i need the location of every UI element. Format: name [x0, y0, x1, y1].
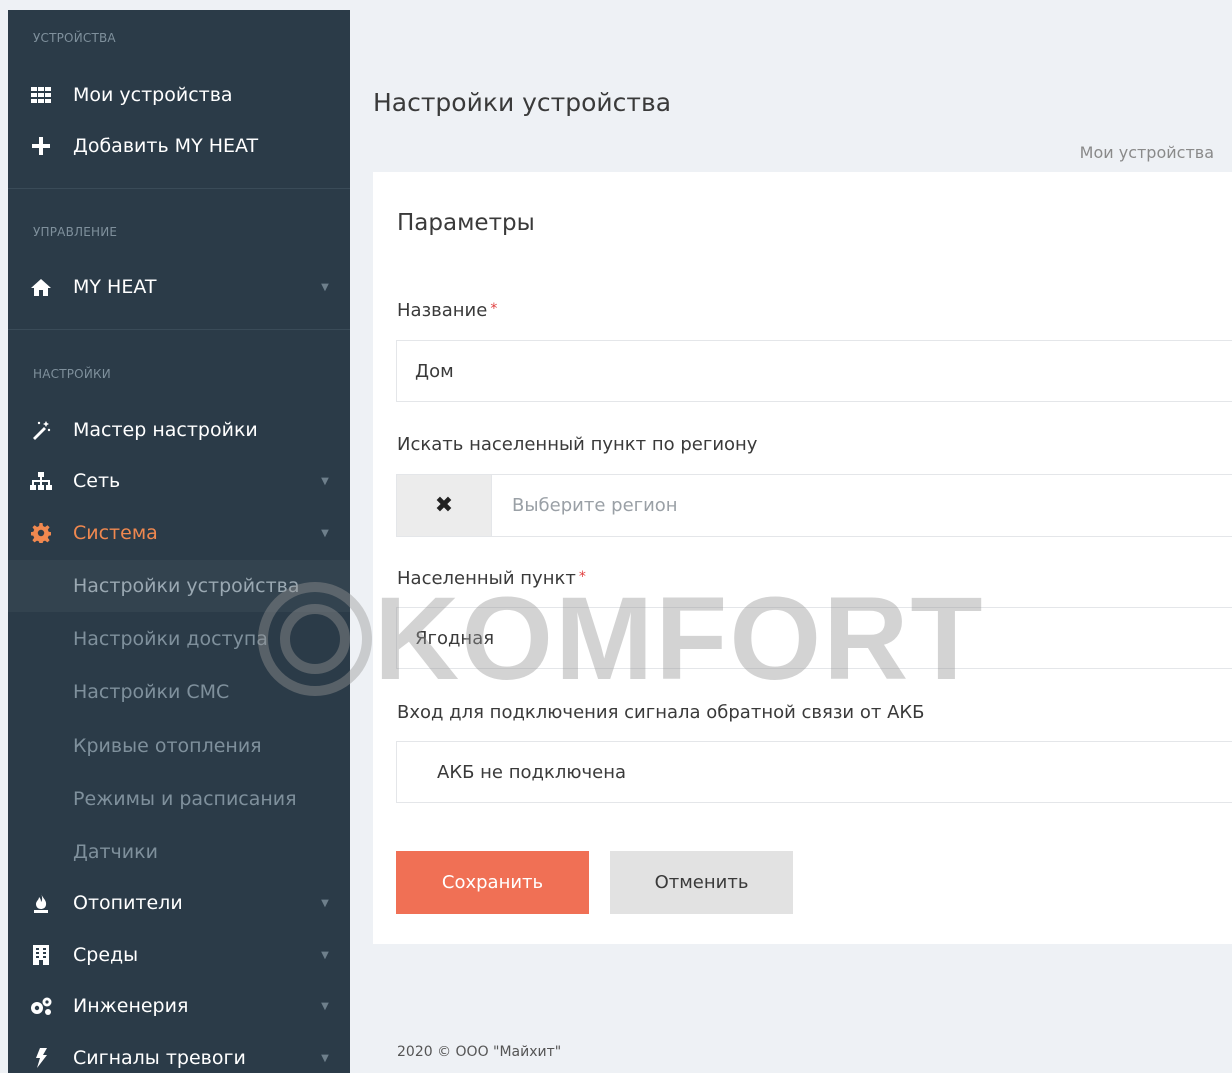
required-mark: * — [578, 569, 586, 585]
sidebar-item-environments[interactable]: Среды ▼ — [8, 931, 350, 979]
sidebar-item-heaters[interactable]: Отопители ▼ — [8, 879, 350, 927]
bolt-icon — [29, 1048, 53, 1068]
sidebar-item-label: Среды — [73, 944, 139, 966]
sidebar-item-label: Система — [73, 522, 158, 544]
sidebar-item-label: Отопители — [73, 892, 183, 914]
sidebar-item-network[interactable]: Сеть ▼ — [8, 457, 350, 505]
sidebar-subitem-modes-schedules[interactable]: Режимы и расписания — [8, 773, 350, 825]
cancel-button[interactable]: Отменить — [610, 851, 793, 914]
sidebar-item-add-myheat[interactable]: Добавить MY HEAT — [8, 122, 350, 170]
sidebar-subitem-device-settings[interactable]: Настройки устройства — [8, 560, 350, 612]
name-input[interactable]: Дом — [396, 340, 1232, 402]
grid-icon — [29, 87, 53, 103]
sidebar-subitem-heating-curves[interactable]: Кривые отопления — [8, 720, 350, 772]
battery-label: Вход для подключения сигнала обратной св… — [397, 702, 925, 723]
clear-region-button[interactable]: ✖ — [396, 474, 492, 537]
save-button[interactable]: Сохранить — [396, 851, 589, 914]
sidebar-divider — [8, 188, 350, 189]
chevron-down-icon: ▼ — [321, 527, 329, 539]
sidebar-item-label: Инженерия — [73, 995, 189, 1017]
section-header-devices: УСТРОЙСТВА — [33, 31, 116, 45]
sidebar-item-label: Добавить MY HEAT — [73, 135, 259, 157]
footer-copyright: 2020 © ООО "Майхит" — [397, 1044, 562, 1060]
sidebar-item-myheat[interactable]: MY HEAT ▼ — [8, 263, 350, 311]
locality-label: Населенный пункт * — [397, 568, 586, 589]
sidebar-item-system[interactable]: Система ▼ — [8, 509, 350, 557]
required-mark: * — [490, 301, 498, 317]
region-select[interactable]: Выберите регион — [491, 474, 1232, 537]
name-label-text: Название — [397, 300, 488, 321]
chevron-down-icon: ▼ — [321, 475, 329, 487]
sidebar-item-wizard[interactable]: Мастер настройки — [8, 406, 350, 454]
chevron-down-icon: ▼ — [321, 1000, 329, 1012]
page-title: Настройки устройства — [373, 88, 672, 117]
sidebar-item-label: Сигналы тревоги — [73, 1047, 246, 1069]
close-icon: ✖ — [434, 493, 454, 518]
settings-card: Параметры Название * Дом Искать населенны… — [373, 172, 1232, 944]
section-header-control: УПРАВЛЕНИЕ — [33, 225, 118, 239]
gear-icon — [29, 523, 53, 543]
name-label: Название * — [397, 300, 497, 321]
section-header-settings: НАСТРОЙКИ — [33, 367, 111, 381]
locality-label-text: Населенный пункт — [397, 568, 576, 589]
sidebar-divider — [8, 329, 350, 330]
locality-input[interactable]: Ягодная — [396, 607, 1232, 669]
sidebar-item-label: MY HEAT — [73, 276, 157, 298]
sidebar-subitem-access-settings[interactable]: Настройки доступа — [8, 613, 350, 665]
sidebar-item-my-devices[interactable]: Мои устройства — [8, 71, 350, 119]
sidebar-item-alarms[interactable]: Сигналы тревоги ▼ — [8, 1034, 350, 1073]
sitemap-icon — [29, 472, 53, 490]
card-title: Параметры — [397, 210, 535, 236]
sidebar-item-engineering[interactable]: Инженерия ▼ — [8, 982, 350, 1030]
sidebar-item-label: Мастер настройки — [73, 419, 258, 441]
cogs-icon — [29, 996, 53, 1016]
plus-icon — [29, 137, 53, 155]
sidebar-item-label: Мои устройства — [73, 84, 233, 106]
region-label: Искать населенный пункт по региону — [397, 434, 758, 455]
magic-wand-icon — [29, 420, 53, 440]
breadcrumb[interactable]: Мои устройства — [1080, 143, 1214, 162]
chevron-down-icon: ▼ — [321, 897, 329, 909]
battery-select[interactable]: АКБ не подключена — [396, 741, 1232, 803]
chevron-down-icon: ▼ — [321, 949, 329, 961]
home-icon — [29, 278, 53, 296]
sidebar-subitem-sensors[interactable]: Датчики — [8, 826, 350, 878]
sidebar-subitem-sms-settings[interactable]: Настройки СМС — [8, 666, 350, 718]
sidebar: УСТРОЙСТВА Мои устройства Добавить MY HE… — [8, 10, 350, 1073]
building-icon — [29, 945, 53, 965]
chevron-down-icon: ▼ — [321, 1052, 329, 1064]
chevron-down-icon: ▼ — [321, 281, 329, 293]
flame-icon — [29, 893, 53, 913]
sidebar-item-label: Сеть — [73, 470, 121, 492]
